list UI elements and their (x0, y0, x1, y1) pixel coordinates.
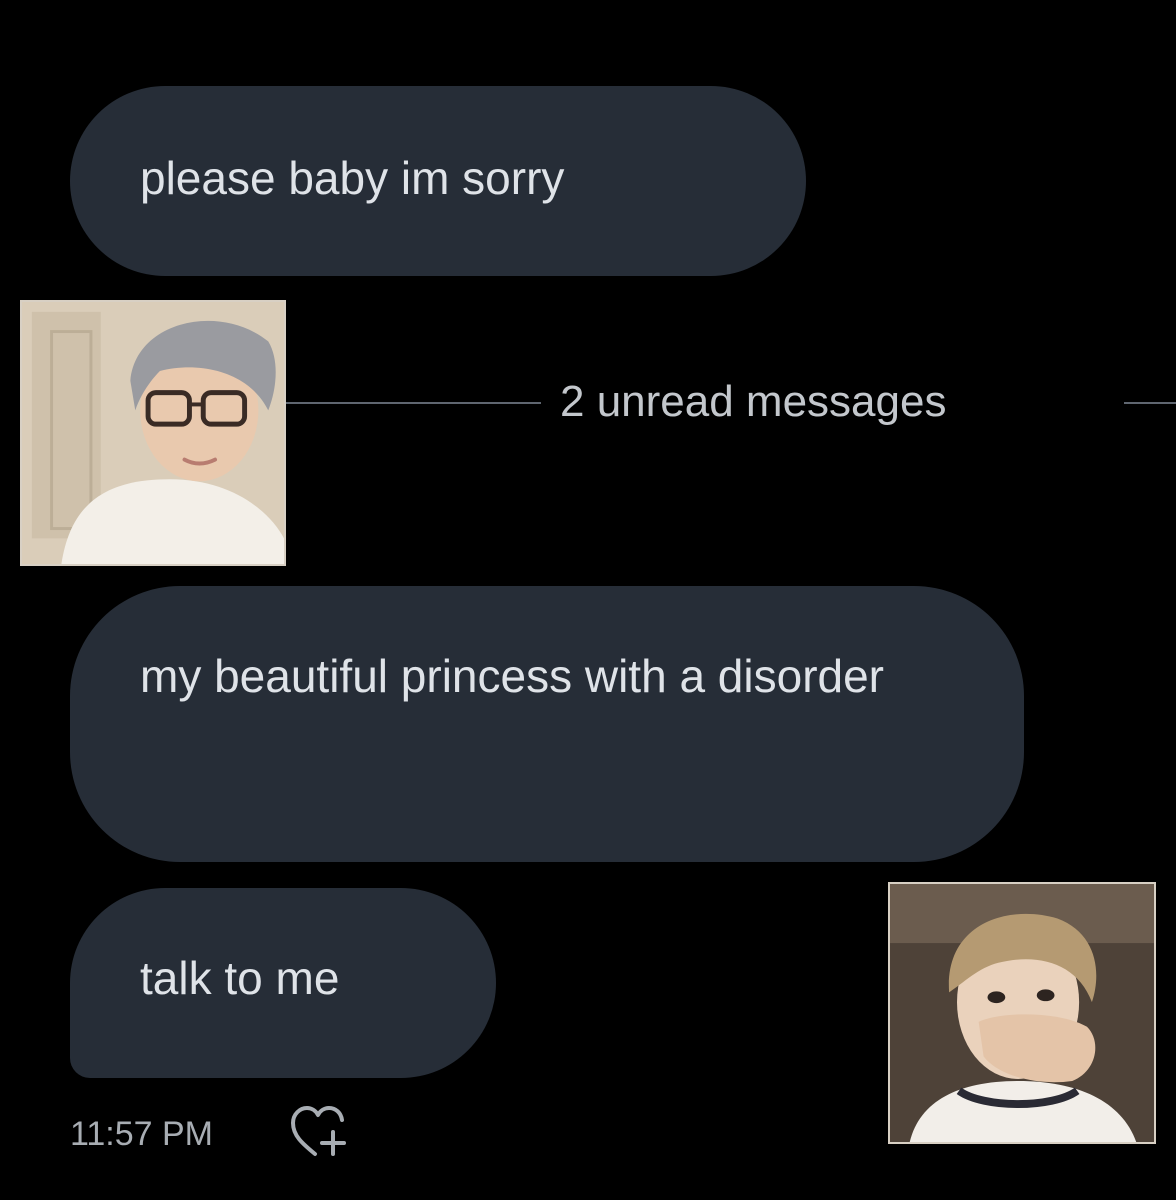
heart-plus-icon[interactable] (285, 1098, 355, 1162)
unread-divider-line-right (1124, 402, 1176, 404)
message-text: please baby im sorry (140, 152, 565, 204)
unread-divider-line-left (285, 402, 541, 404)
message-bubble[interactable]: please baby im sorry (70, 86, 806, 276)
message-text: my beautiful princess with a disorder (140, 650, 884, 702)
message-bubble[interactable]: talk to me (70, 888, 496, 1078)
unread-divider-label: 2 unread messages (560, 377, 947, 426)
avatar-photo-glasses (20, 300, 286, 566)
message-bubble[interactable]: my beautiful princess with a disorder (70, 586, 1024, 862)
message-text: talk to me (140, 952, 340, 1004)
message-timestamp: 11:57 PM (70, 1115, 214, 1153)
avatar-photo-covering-mouth (888, 882, 1156, 1144)
